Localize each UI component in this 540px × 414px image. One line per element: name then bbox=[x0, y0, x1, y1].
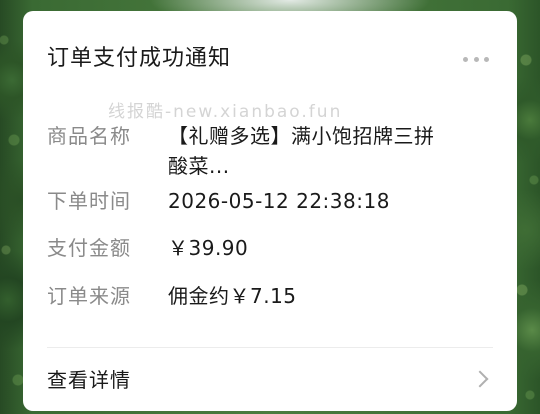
amount-label: 支付金额 bbox=[47, 236, 131, 260]
order-time-value: 2026-05-12 22:38:18 bbox=[168, 189, 390, 213]
view-details-button[interactable]: 查看详情 bbox=[23, 348, 517, 411]
view-details-label: 查看详情 bbox=[47, 368, 131, 392]
product-value: 【礼赠多选】满小饱招牌三拼酸菜... bbox=[168, 124, 435, 178]
product-row: 商品名称 【礼赠多选】满小饱招牌三拼酸菜... bbox=[47, 121, 493, 181]
more-dot bbox=[484, 57, 489, 62]
amount-value: ￥39.90 bbox=[168, 236, 249, 260]
source-row: 订单来源 佣金约￥7.15 bbox=[47, 281, 493, 311]
more-dot bbox=[473, 57, 479, 62]
notification-card: 订单支付成功通知 商品名称 【礼赠多选】满小饱招牌三拼酸菜... 线报酷-new… bbox=[23, 11, 517, 411]
source-value: 佣金约￥7.15 bbox=[168, 284, 297, 308]
amount-row: 支付金额 ￥39.90 bbox=[47, 233, 493, 263]
more-options-icon[interactable] bbox=[463, 57, 489, 63]
order-time-row: 下单时间 2026-05-12 22:38:18 bbox=[47, 186, 493, 216]
order-time-label: 下单时间 bbox=[47, 189, 131, 213]
watermark: 线报酷-new.xianbao.fun bbox=[108, 102, 343, 122]
more-dot bbox=[463, 57, 468, 62]
chevron-right-icon bbox=[471, 370, 489, 388]
source-label: 订单来源 bbox=[47, 284, 131, 308]
card-title: 订单支付成功通知 bbox=[47, 46, 232, 71]
product-label: 商品名称 bbox=[47, 124, 131, 148]
